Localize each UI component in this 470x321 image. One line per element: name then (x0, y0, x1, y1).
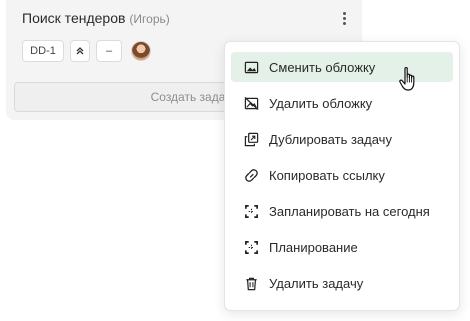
context-menu: Сменить обложку Удалить обложку Дублиров… (224, 41, 460, 311)
image-off-icon (244, 96, 258, 110)
menu-item-label: Удалить задачу (269, 275, 364, 291)
chevrons-up-icon (76, 47, 84, 55)
task-meta-row: DD-1 – (22, 40, 151, 62)
menu-item-label: Планирование (269, 239, 358, 255)
duplicate-icon (244, 132, 258, 146)
image-icon (244, 61, 258, 73)
task-id-badge: DD-1 (22, 40, 64, 62)
task-owner: (Игорь) (129, 12, 170, 26)
menu-item-label: Удалить обложку (269, 95, 373, 111)
menu-item-label: Запланировать на сегодня (269, 203, 430, 219)
menu-item-planning[interactable]: Планирование (231, 232, 453, 262)
menu-item-label: Дублировать задачу (269, 131, 392, 147)
task-title-row: Поиск тендеров (Игорь) (22, 10, 170, 26)
menu-item-plan-today[interactable]: Запланировать на сегодня (231, 196, 453, 226)
menu-item-label: Сменить обложку (269, 59, 376, 75)
task-title[interactable]: Поиск тендеров (22, 10, 125, 26)
priority-button[interactable] (70, 40, 90, 62)
menu-item-copy-link[interactable]: Копировать ссылку (231, 160, 453, 190)
menu-item-label: Копировать ссылку (269, 167, 385, 183)
trash-icon (245, 277, 257, 290)
focus-frame-icon (244, 240, 258, 254)
estimate-button[interactable]: – (96, 40, 122, 62)
hand-pointer-icon (399, 67, 415, 91)
menu-item-delete-task[interactable]: Удалить задачу (231, 268, 453, 298)
menu-item-duplicate-task[interactable]: Дублировать задачу (231, 124, 453, 154)
more-options-icon[interactable] (336, 8, 352, 28)
focus-frame-icon (244, 204, 258, 218)
avatar[interactable] (131, 41, 151, 61)
link-icon (244, 168, 258, 182)
create-task-label: Создать задач (150, 90, 232, 104)
